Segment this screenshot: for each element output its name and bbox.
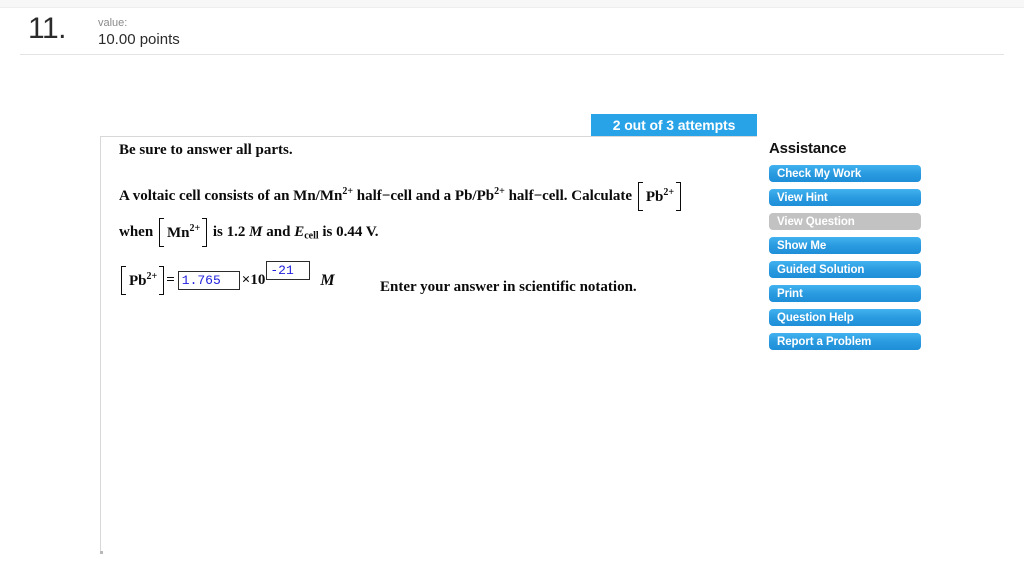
assistance-button-check-my-work[interactable]: Check My Work	[769, 165, 921, 182]
answer-unit-molar: M	[320, 271, 335, 289]
question-statement-line-2: when Mn2+ is 1.2 M and Ecell is 0.44 V.	[119, 218, 379, 247]
answer-species-label: Pb	[129, 273, 147, 289]
assistance-button-question-help[interactable]: Question Help	[769, 309, 921, 326]
when-text: when	[119, 223, 154, 240]
panel-end-marker	[100, 551, 103, 554]
concentration-bracket-pb: Pb2+	[637, 182, 682, 212]
and-text: and	[266, 223, 291, 240]
charge-superscript-pb: 2+	[494, 186, 505, 197]
statement-text-part1: A voltaic cell consists of an Mn/Mn	[119, 188, 343, 204]
question-statement-line-1: A voltaic cell consists of an Mn/Mn2+ ha…	[119, 182, 683, 212]
species-label-mn: Mn	[166, 225, 190, 241]
unit-molar: M	[249, 223, 263, 240]
question-value: value: 10.00 points	[98, 17, 180, 49]
top-bar	[0, 0, 1024, 8]
attempts-badge: 2 out of 3 attempts	[591, 114, 757, 137]
statement-text-part2: half−cell and a Pb/Pb	[353, 188, 495, 204]
times-ten-label: ×10	[241, 272, 266, 288]
species-label-pb: Pb	[645, 189, 664, 206]
equals-sign: =	[166, 272, 175, 288]
statement-text-part3: half−cell. Calculate	[504, 188, 633, 204]
value-label: value:	[98, 17, 128, 29]
is-value-text: is 1.2	[212, 223, 246, 240]
concentration-bracket-mn: Mn2+	[158, 218, 208, 247]
charge-superscript-mn-bracket: 2+	[189, 223, 201, 234]
symbol-e-cell: E	[294, 223, 305, 240]
answer-bracket-pb: Pb2+	[120, 266, 165, 295]
assistance-panel: Assistance Check My Work View Hint View Qu…	[769, 140, 921, 357]
charge-superscript-mn: 2+	[342, 186, 354, 197]
assistance-button-print[interactable]: Print	[769, 285, 921, 302]
subscript-cell: cell	[304, 230, 319, 242]
assistance-button-view-question: View Question	[769, 213, 921, 230]
charge-superscript-pb-bracket: 2+	[663, 187, 675, 199]
assistance-title: Assistance	[769, 140, 847, 157]
question-number: 11.	[28, 12, 66, 45]
exponent-input[interactable]	[266, 261, 311, 280]
voltage-text: is 0.44 V.	[322, 223, 379, 240]
assistance-button-guided-solution[interactable]: Guided Solution	[769, 261, 921, 278]
answer-all-parts-instruction: Be sure to answer all parts.	[119, 142, 293, 158]
answer-charge-superscript: 2+	[146, 271, 158, 282]
value-amount: 10.00 points	[98, 31, 180, 48]
question-header: 11. value: 10.00 points	[20, 8, 1004, 55]
scientific-notation-note: Enter your answer in scientific notation…	[380, 279, 637, 295]
mantissa-input[interactable]	[177, 271, 240, 290]
assistance-button-view-hint[interactable]: View Hint	[769, 189, 921, 206]
assistance-button-report-a-problem[interactable]: Report a Problem	[769, 333, 921, 350]
assistance-button-show-me[interactable]: Show Me	[769, 237, 921, 254]
answer-input-row: Pb2+=×10M	[119, 261, 335, 304]
assistance-button-list: Check My Work View Hint View Question Show …	[769, 165, 921, 350]
